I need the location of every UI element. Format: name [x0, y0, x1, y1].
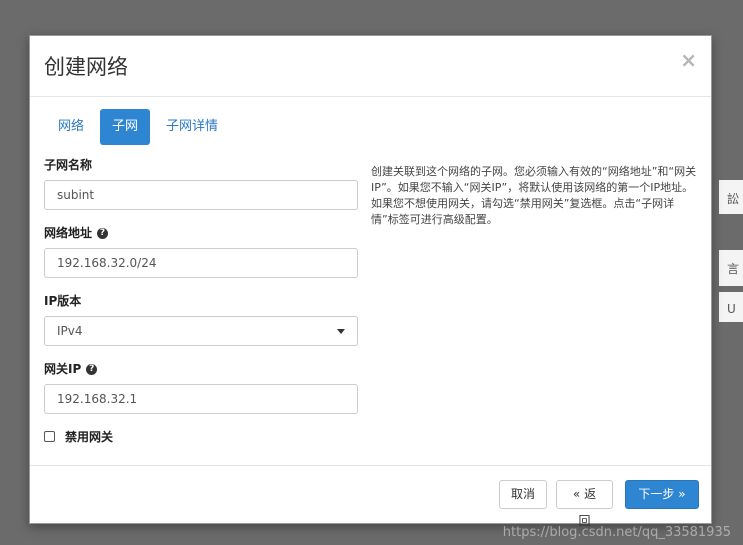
watermark: https://blog.csdn.net/qq_33581935: [502, 525, 731, 540]
subnet-name-label: 子网名称: [44, 158, 93, 172]
caret-down-icon: [337, 329, 345, 334]
question-circle-icon[interactable]: ?: [97, 227, 109, 239]
disable-gateway-row[interactable]: 禁用网关: [44, 428, 358, 445]
network-address-input[interactable]: 192.168.32.0/24: [44, 248, 358, 278]
create-network-dialog: 创建网络 × 网络 子网 子网详情 子网名称 subint 网络地址 ? 192…: [29, 35, 712, 528]
disable-gateway-label: 禁用网关: [65, 430, 114, 444]
subnet-name-group: 子网名称 subint: [44, 156, 358, 210]
subnet-name-input[interactable]: subint: [44, 180, 358, 210]
dialog-footer: 取消 « 返回 下一步 »: [30, 465, 711, 528]
ip-version-group: IP版本 IPv4: [44, 292, 358, 346]
ip-version-label: IP版本: [44, 294, 82, 308]
tab-subnet[interactable]: 子网: [100, 109, 151, 145]
tab-subnet-details[interactable]: 子网详情: [154, 109, 230, 145]
ip-version-selected: IPv4: [57, 324, 83, 338]
next-button[interactable]: 下一步 »: [625, 480, 699, 509]
tab-network[interactable]: 网络: [46, 109, 96, 145]
back-button[interactable]: « 返回: [556, 480, 613, 528]
dialog-header: 创建网络 ×: [30, 36, 711, 97]
close-icon[interactable]: ×: [680, 48, 697, 72]
background-fragment: U: [719, 292, 743, 322]
background-fragment: 言: [719, 250, 743, 286]
gateway-ip-label: 网关IP ?: [44, 360, 358, 378]
background-fragment: 訟: [719, 180, 743, 214]
network-address-group: 网络地址 ? 192.168.32.0/24: [44, 224, 358, 278]
cancel-button[interactable]: 取消: [499, 480, 547, 509]
subnet-form: 子网名称 subint 网络地址 ? 192.168.32.0/24 IP版本 …: [44, 156, 358, 445]
wizard-tabs: 网络 子网 子网详情: [46, 109, 234, 145]
question-circle-icon[interactable]: ?: [86, 363, 98, 375]
network-address-label: 网络地址 ?: [44, 224, 358, 242]
gateway-ip-input[interactable]: 192.168.32.1: [44, 384, 358, 414]
help-text: 创建关联到这个网络的子网。您必须输入有效的“网络地址”和“网关IP”。如果您不输…: [371, 165, 697, 226]
disable-gateway-checkbox[interactable]: [44, 431, 55, 442]
gateway-ip-group: 网关IP ? 192.168.32.1: [44, 360, 358, 414]
ip-version-select[interactable]: IPv4: [44, 316, 358, 346]
dialog-title: 创建网络: [44, 55, 128, 79]
